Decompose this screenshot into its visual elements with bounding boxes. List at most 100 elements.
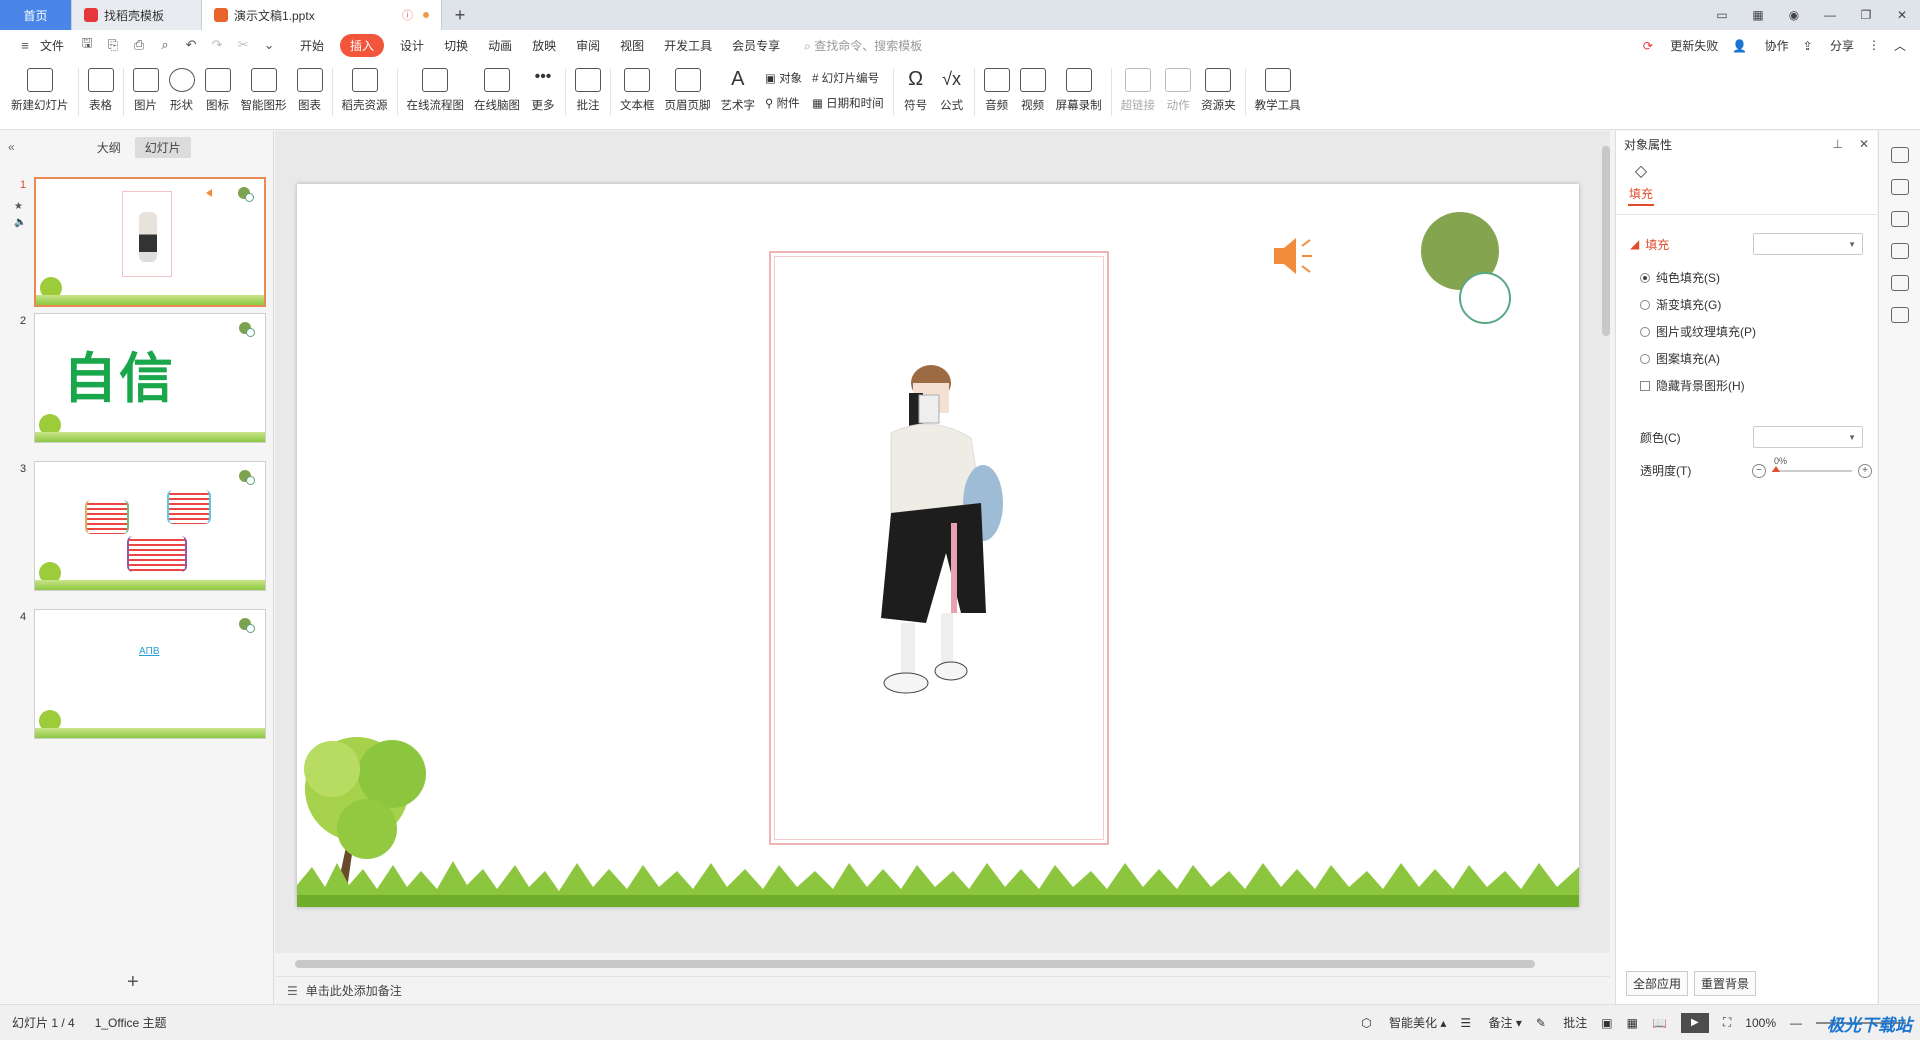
collapse-panel-icon[interactable]: «	[8, 140, 15, 154]
video-button[interactable]: 视频	[1019, 68, 1046, 113]
icon-button[interactable]: 图标	[204, 68, 231, 113]
zoom-out-icon[interactable]: —	[1790, 1016, 1802, 1030]
textbox-button[interactable]: 文本框	[620, 68, 655, 113]
book-icon[interactable]	[1890, 307, 1909, 323]
tab-template[interactable]: 找稻壳模板	[72, 0, 202, 30]
menu-animation[interactable]: 动画	[488, 37, 512, 54]
menu-slideshow[interactable]: 放映	[532, 37, 556, 54]
reset-background-button[interactable]: 重置背景	[1694, 971, 1757, 996]
menu-view[interactable]: 视图	[620, 37, 644, 54]
decrease-icon[interactable]: −	[1752, 463, 1766, 478]
print-icon[interactable]: ⎙	[130, 37, 148, 53]
chart-button[interactable]: 图表	[296, 68, 323, 113]
increase-icon[interactable]: +	[1858, 463, 1872, 478]
notes-toggle[interactable]: ☰ 备注 ▾	[1460, 1014, 1521, 1031]
solid-fill-radio[interactable]	[1640, 272, 1650, 283]
properties-icon[interactable]	[1890, 147, 1909, 163]
screen-record-button[interactable]: 屏幕录制	[1056, 68, 1102, 113]
slide-thumbnail-1[interactable]	[34, 177, 266, 307]
slider-knob[interactable]	[1772, 465, 1780, 472]
undo-icon[interactable]: ↶	[182, 37, 200, 53]
add-slide-button[interactable]: +	[127, 971, 139, 994]
tab-home[interactable]: 首页	[0, 0, 72, 30]
attachment-button[interactable]: ⚲ 附件	[765, 95, 802, 111]
picture-fill-radio[interactable]	[1640, 326, 1650, 337]
reading-view-icon[interactable]: 📖	[1652, 1016, 1667, 1030]
transparency-slider[interactable]: 0%	[1772, 456, 1852, 472]
action-button[interactable]: 动作	[1165, 68, 1192, 113]
hyperlink-button[interactable]: 超链接	[1121, 68, 1155, 113]
smart-beautify-button[interactable]: ⬡ 智能美化 ▴	[1361, 1014, 1446, 1031]
slide-thumbnail-3[interactable]	[34, 461, 266, 591]
new-slide-button[interactable]: 新建幻灯片	[11, 68, 69, 113]
pin-icon[interactable]: ⊥	[1832, 137, 1842, 151]
zoom-level[interactable]: 100%	[1745, 1016, 1776, 1030]
picture-button[interactable]: 图片	[132, 68, 159, 113]
tab-slides[interactable]: 幻灯片	[134, 136, 191, 158]
apply-all-button[interactable]: 全部应用	[1626, 971, 1689, 996]
comments-toggle[interactable]: ✎ 批注	[1536, 1014, 1587, 1031]
restore-button[interactable]: ❐	[1848, 0, 1884, 30]
header-footer-button[interactable]: 页眉页脚	[665, 68, 711, 113]
shape-button[interactable]: 形状	[168, 68, 195, 113]
close-button[interactable]: ✕	[1884, 0, 1920, 30]
audio-button[interactable]: 音频	[983, 68, 1010, 113]
date-time-button[interactable]: ▦ 日期和时间	[812, 95, 884, 111]
location-icon[interactable]	[1890, 275, 1909, 291]
fit-icon[interactable]: ⛶	[1723, 1015, 1731, 1030]
hamburger-icon[interactable]: ≡	[16, 38, 34, 53]
current-slide[interactable]	[297, 184, 1579, 907]
table-button[interactable]: 表格	[87, 68, 114, 113]
tab-document[interactable]: 演示文稿1.pptx ⓘ	[202, 0, 442, 30]
chevron-down-icon[interactable]: ⌄	[260, 37, 278, 53]
vertical-scrollbar[interactable]	[1602, 146, 1610, 336]
collapse-ribbon-icon[interactable]: ︿	[1894, 37, 1906, 54]
fill-tab[interactable]: ◇ 填充	[1628, 161, 1654, 206]
collaborate-button[interactable]: 👤 协作	[1732, 37, 1788, 54]
play-icon[interactable]: ▶	[1680, 1012, 1709, 1033]
flowchart-button[interactable]: 在线流程图	[407, 68, 464, 113]
share-button[interactable]: ⇪ 分享	[1803, 37, 1854, 54]
speaker-icon[interactable]	[1272, 236, 1318, 276]
fill-type-dropdown[interactable]: ▼	[1753, 233, 1863, 255]
command-search[interactable]: ⌕ 查找命令、搜索模板	[804, 37, 922, 54]
wordart-button[interactable]: A 艺术字	[721, 68, 756, 113]
object-button[interactable]: ▣ 对象	[765, 70, 802, 86]
pattern-fill-option[interactable]: 图案填充(A)	[1616, 350, 1877, 367]
grid-icon[interactable]: ▦	[1740, 0, 1776, 30]
solid-fill-option[interactable]: 纯色填充(S)	[1616, 269, 1877, 286]
file-menu[interactable]: 文件	[40, 37, 64, 54]
slide-thumbnail-4[interactable]: AПB	[34, 609, 266, 739]
slide-thumbnail-2[interactable]: 自信	[34, 313, 266, 443]
new-tab-button[interactable]: +	[442, 0, 478, 30]
layout-icon[interactable]: ▭	[1704, 0, 1740, 30]
update-status[interactable]: ⟳ 更新失败	[1629, 37, 1718, 54]
menu-member[interactable]: 会员专享	[732, 37, 780, 54]
horizontal-scrollbar[interactable]	[295, 960, 1535, 968]
sorter-view-icon[interactable]: ▦	[1627, 1016, 1638, 1030]
image-icon[interactable]	[1890, 243, 1909, 259]
menu-design[interactable]: 设计	[400, 37, 424, 54]
hide-bg-checkbox[interactable]	[1640, 380, 1650, 391]
menu-insert[interactable]: 插入	[340, 33, 385, 57]
pattern-fill-radio[interactable]	[1640, 353, 1650, 364]
minimize-button[interactable]: —	[1812, 0, 1848, 30]
photo-frame[interactable]	[769, 251, 1109, 845]
ring-circle-shape[interactable]	[1459, 272, 1511, 324]
smartart-button[interactable]: 智能图形	[241, 68, 287, 113]
picture-fill-option[interactable]: 图片或纹理填充(P)	[1616, 323, 1877, 340]
menu-developer[interactable]: 开发工具	[664, 37, 712, 54]
tab-outline[interactable]: 大纲	[87, 137, 131, 158]
mindmap-button[interactable]: 在线脑图	[474, 68, 520, 113]
more-button[interactable]: ••• 更多	[530, 68, 556, 113]
format-painter-icon[interactable]: ✂	[234, 37, 252, 53]
close-panel-icon[interactable]: ✕	[1859, 137, 1869, 151]
formula-button[interactable]: √x 公式	[939, 68, 965, 113]
warning-icon[interactable]: ⓘ	[402, 7, 413, 23]
gradient-fill-radio[interactable]	[1640, 299, 1650, 310]
teaching-tools-button[interactable]: 教学工具	[1255, 68, 1301, 113]
redo-icon[interactable]: ↷	[208, 37, 226, 53]
normal-view-icon[interactable]: ▣	[1601, 1016, 1612, 1030]
hide-bg-option[interactable]: 隐藏背景图形(H)	[1616, 377, 1877, 394]
menu-transition[interactable]: 切换	[444, 37, 468, 54]
